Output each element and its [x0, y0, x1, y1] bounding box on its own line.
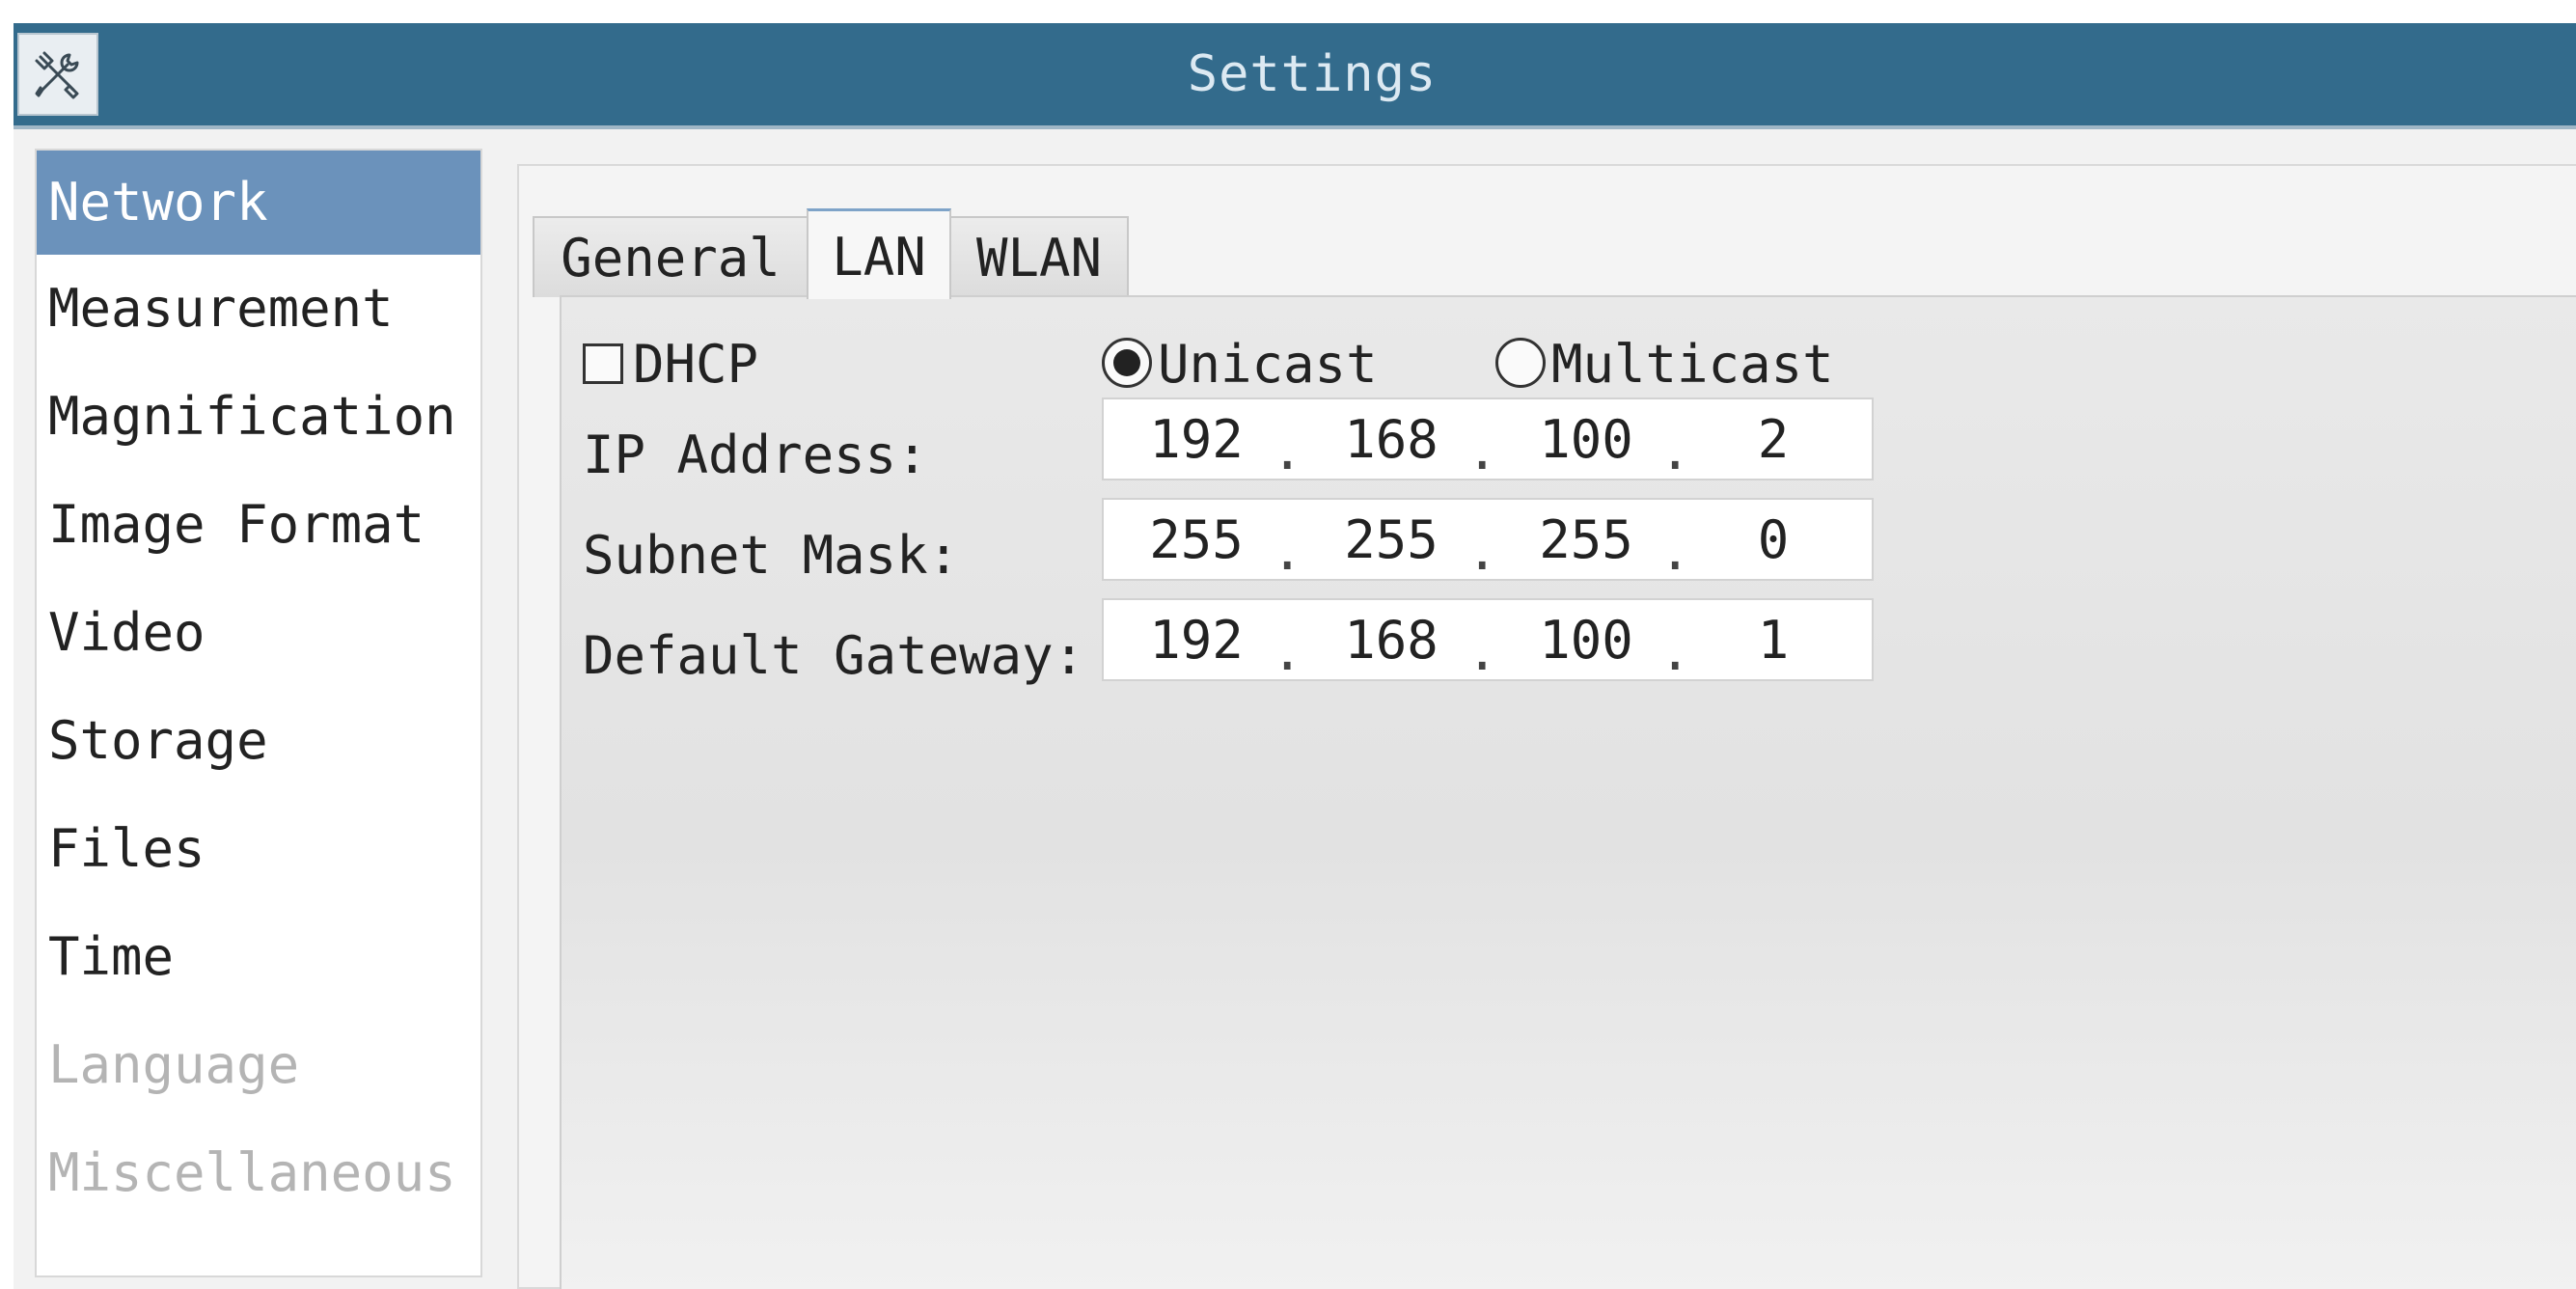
octet-separator: .: [1466, 421, 1498, 481]
unicast-radio[interactable]: [1102, 338, 1152, 388]
settings-content: General LAN WLAN DHCP Unicast Multicast …: [517, 164, 2576, 1289]
multicast-label: Multicast: [1551, 334, 1834, 395]
tab-general[interactable]: General: [533, 216, 808, 297]
sidebar-item-language: Language: [48, 1034, 300, 1095]
sidebar-item-files[interactable]: Files: [37, 795, 480, 903]
sidebar-item-network[interactable]: Network: [37, 151, 480, 255]
title-bar: Settings: [14, 23, 2576, 129]
octet-separator: .: [1272, 421, 1303, 481]
dhcp-checkbox[interactable]: [583, 343, 623, 384]
unicast-label: Unicast: [1158, 334, 1378, 395]
octet-separator: .: [1659, 421, 1691, 481]
sidebar-item-measurement[interactable]: Measurement: [37, 255, 480, 363]
ip-octet-3[interactable]: 100: [1519, 409, 1654, 471]
octet-separator: .: [1466, 621, 1498, 682]
sidebar-item-miscellaneous: Miscellaneous: [48, 1142, 456, 1203]
tab-lan[interactable]: LAN: [807, 208, 951, 299]
radio-selected-dot: [1113, 349, 1140, 376]
multicast-radio[interactable]: [1495, 338, 1546, 388]
subnet-mask-label: Subnet Mask:: [583, 525, 960, 586]
ip-address-label: IP Address:: [583, 425, 928, 485]
mask-octet-2[interactable]: 255: [1324, 509, 1459, 571]
sidebar-item-video[interactable]: Video: [37, 579, 480, 687]
gateway-octet-4[interactable]: 1: [1706, 610, 1841, 672]
dhcp-label: DHCP: [633, 334, 759, 395]
default-gateway-field[interactable]: 192 . 168 . 100 . 1: [1102, 598, 1874, 682]
sidebar-item-image-format[interactable]: Image Format: [37, 471, 480, 579]
octet-separator: .: [1272, 521, 1303, 582]
ip-octet-2[interactable]: 168: [1324, 409, 1459, 471]
gateway-octet-3[interactable]: 100: [1519, 610, 1654, 672]
window-title: Settings: [1187, 45, 1438, 103]
ip-address-field[interactable]: 192 . 168 . 100 . 2: [1102, 398, 1874, 481]
sidebar-item-time[interactable]: Time: [37, 903, 480, 1011]
sidebar-item-magnification[interactable]: Magnification: [37, 363, 480, 471]
gateway-octet-2[interactable]: 168: [1324, 610, 1459, 672]
octet-separator: .: [1659, 621, 1691, 682]
mask-octet-4[interactable]: 0: [1706, 509, 1841, 571]
tools-icon: [17, 33, 98, 116]
settings-window: Settings Network Measurement Magnificati…: [14, 23, 2576, 1289]
subnet-mask-field[interactable]: 255 . 255 . 255 . 0: [1102, 498, 1874, 582]
default-gateway-label: Default Gateway:: [583, 625, 1085, 686]
mask-octet-1[interactable]: 255: [1129, 509, 1264, 571]
tab-wlan[interactable]: WLAN: [949, 216, 1129, 297]
gateway-octet-1[interactable]: 192: [1129, 610, 1264, 672]
octet-separator: .: [1272, 621, 1303, 682]
lan-panel: DHCP Unicast Multicast IP Address: 192 .…: [560, 295, 2576, 1289]
settings-category-list: Network Measurement Magnification Image …: [35, 149, 482, 1277]
sidebar-item-storage[interactable]: Storage: [37, 687, 480, 795]
octet-separator: .: [1659, 521, 1691, 582]
ip-octet-4[interactable]: 2: [1706, 409, 1841, 471]
octet-separator: .: [1466, 521, 1498, 582]
ip-octet-1[interactable]: 192: [1129, 409, 1264, 471]
mask-octet-3[interactable]: 255: [1519, 509, 1654, 571]
